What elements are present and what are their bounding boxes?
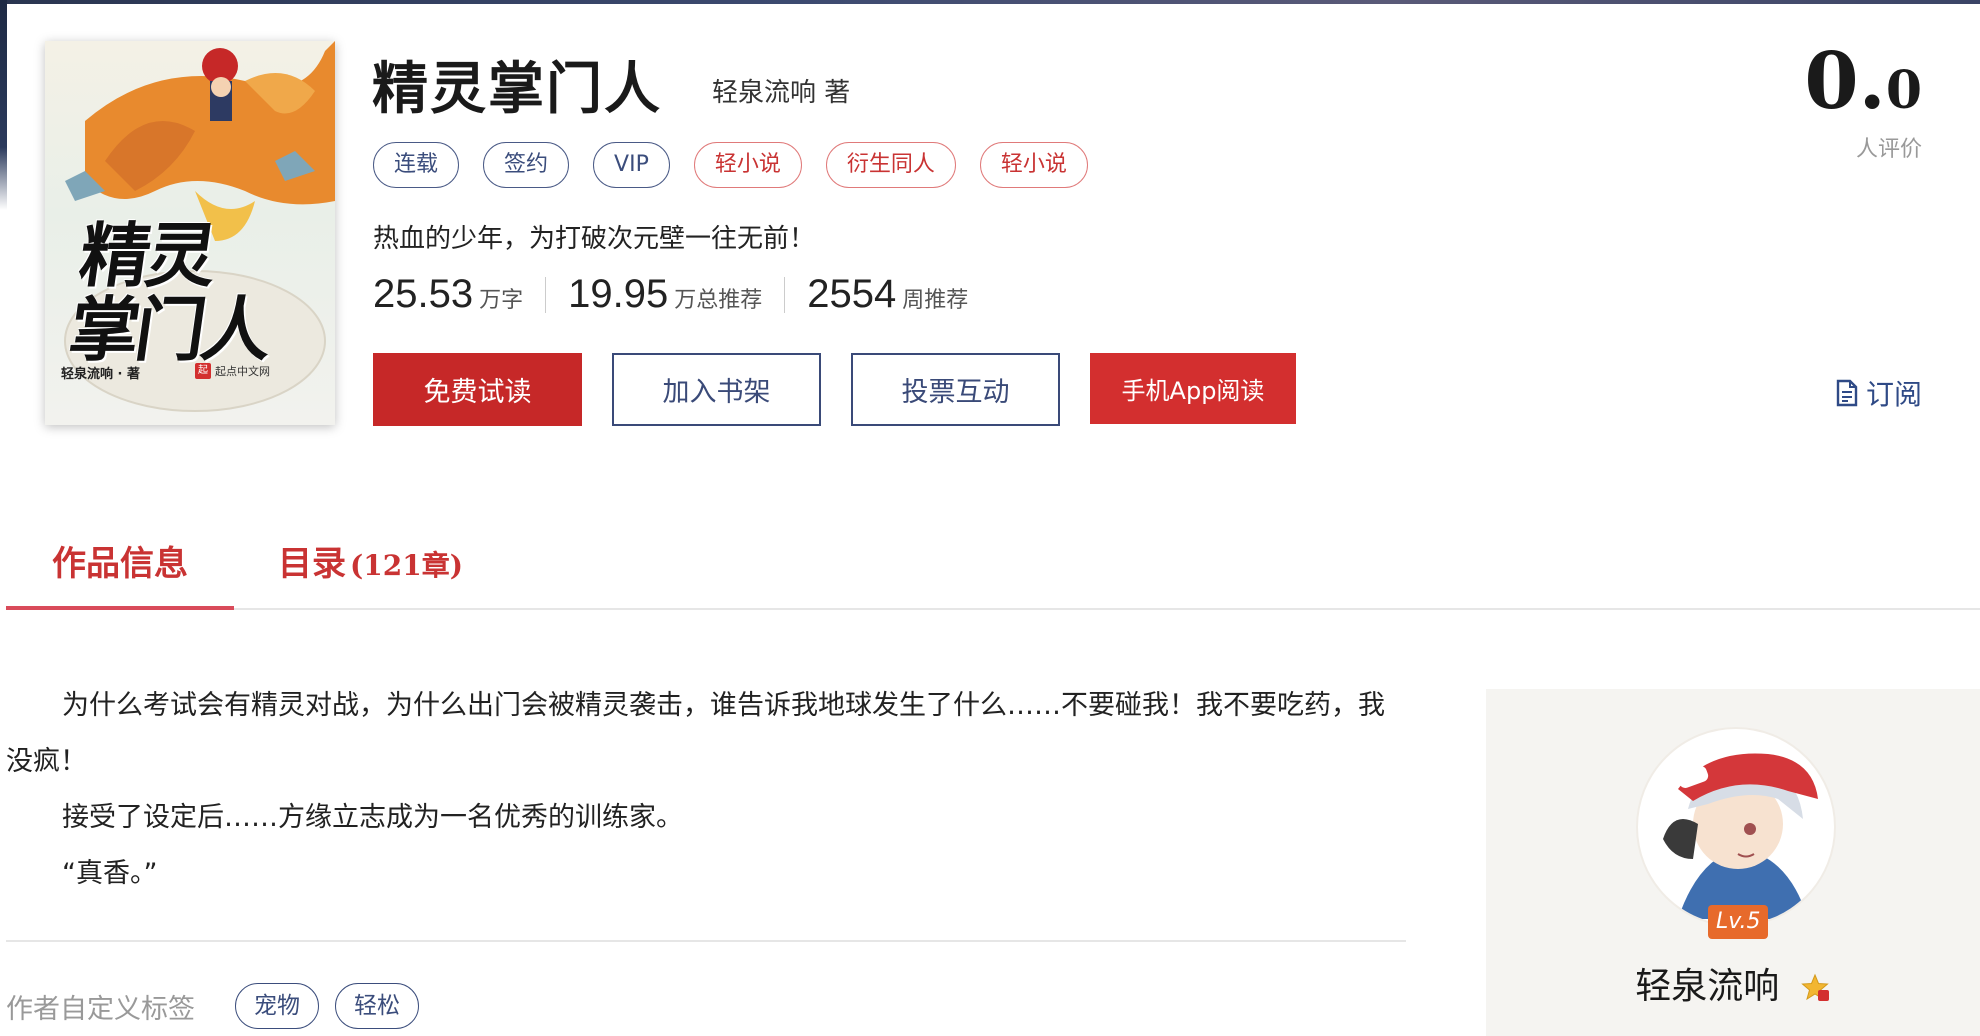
tag-fan-fiction[interactable]: 衍生同人 <box>825 142 956 188</box>
banner-edge <box>0 0 7 210</box>
document-icon <box>1836 379 1858 407</box>
free-read-button[interactable]: 免费试读 <box>373 353 582 426</box>
book-tags: 连载 签约 VIP 轻小说 衍生同人 轻小说 <box>373 142 1088 188</box>
stat-unit: 周推荐 <box>902 288 969 313</box>
custom-tags-label: 作者自定义标签 <box>6 993 195 1025</box>
book-intro: 热血的少年，为打破次元壁一往无前！ <box>373 224 816 254</box>
book-author-link[interactable]: 轻泉流响 著 <box>712 72 850 109</box>
rating-score: 0.0 人评价 <box>1804 36 1922 163</box>
book-stats: 25.53 万字 19.95 万总推荐 2554 周推荐 <box>373 272 968 317</box>
add-to-shelf-button[interactable]: 加入书架 <box>612 353 821 426</box>
cover-title-line2: 掌门人 <box>64 288 274 371</box>
stat-divider <box>784 276 786 313</box>
tag-light-novel-sub[interactable]: 轻小说 <box>979 142 1088 188</box>
tab-catalog[interactable]: 目录 (121章) <box>278 534 463 610</box>
score-int: 0. <box>1804 36 1886 127</box>
avatar-illustration <box>1663 753 1818 919</box>
tab-catalog-label: 目录 <box>278 544 346 584</box>
author-level-badge: Lv.5 <box>1708 905 1769 939</box>
score-label: 人评价 <box>1855 137 1922 162</box>
score-dec: 0 <box>1885 60 1922 121</box>
stat-value: 2554 <box>807 272 897 316</box>
book-description: 为什么考试会有精灵对战，为什么出门会被精灵袭击，谁告诉我地球发生了什么……不要碰… <box>6 678 1406 902</box>
subscribe-label: 订阅 <box>1865 378 1922 411</box>
subscribe-button[interactable]: 订阅 <box>1836 373 1922 413</box>
tag-vip[interactable]: VIP <box>593 142 670 188</box>
action-buttons: 免费试读 加入书架 投票互动 手机App阅读 <box>373 353 1296 426</box>
divider <box>6 940 1406 942</box>
stat-value: 19.95 <box>568 272 669 316</box>
stat-week-recommend: 2554 周推荐 <box>807 272 968 317</box>
stat-total-recommend: 19.95 万总推荐 <box>568 272 762 317</box>
tab-catalog-count: (121章) <box>350 549 463 582</box>
tag-light-novel[interactable]: 轻小说 <box>693 142 802 188</box>
publisher-name: 起点中文网 <box>215 365 270 378</box>
stat-word-count: 25.53 万字 <box>373 272 523 317</box>
cover-title: 精灵 掌门人 <box>64 214 326 371</box>
description-paragraph: “真香。” <box>62 858 158 889</box>
cover-author: 轻泉流响 · 著 <box>61 367 140 382</box>
app-read-button[interactable]: 手机App阅读 <box>1090 353 1296 424</box>
tag-serializing[interactable]: 连载 <box>373 142 460 188</box>
stat-unit: 万总推荐 <box>674 288 763 313</box>
score-value: 0.0 <box>1804 36 1922 127</box>
content-tabs: 作品信息 目录 (121章) <box>6 534 1980 610</box>
description-paragraph: 接受了设定后……方缘立志成为一名优秀的训练家。 <box>62 802 683 833</box>
book-title: 精灵掌门人 <box>372 57 662 122</box>
author-avatar[interactable] <box>1636 727 1836 927</box>
publisher-mark-icon: 起 <box>195 363 211 379</box>
custom-tag-relaxed[interactable]: 轻松 <box>335 983 419 1029</box>
author-name[interactable]: 轻泉流响 <box>1486 957 1980 1009</box>
vote-button[interactable]: 投票互动 <box>851 353 1060 426</box>
custom-tag-pet[interactable]: 宠物 <box>235 983 319 1029</box>
cover-title-line1: 精灵 <box>74 214 219 297</box>
tag-signed[interactable]: 签约 <box>483 142 570 188</box>
author-card: Lv.5 轻泉流响 <box>1486 689 1980 1036</box>
stat-unit: 万字 <box>479 288 524 313</box>
stat-divider <box>545 276 547 313</box>
cover-publisher-logo: 起 起点中文网 <box>195 363 270 379</box>
author-custom-tags: 作者自定义标签 宠物 轻松 <box>6 983 419 1029</box>
tab-book-info[interactable]: 作品信息 <box>6 534 234 610</box>
book-cover[interactable]: 精灵 掌门人 轻泉流响 · 著 起 起点中文网 <box>45 41 335 425</box>
top-banner-strip <box>0 0 1980 4</box>
author-star-icon <box>1800 973 1829 1001</box>
description-paragraph: 为什么考试会有精灵对战，为什么出门会被精灵袭击，谁告诉我地球发生了什么……不要碰… <box>6 690 1385 777</box>
stat-value: 25.53 <box>373 272 474 316</box>
author-name-text: 轻泉流响 <box>1635 966 1780 1007</box>
